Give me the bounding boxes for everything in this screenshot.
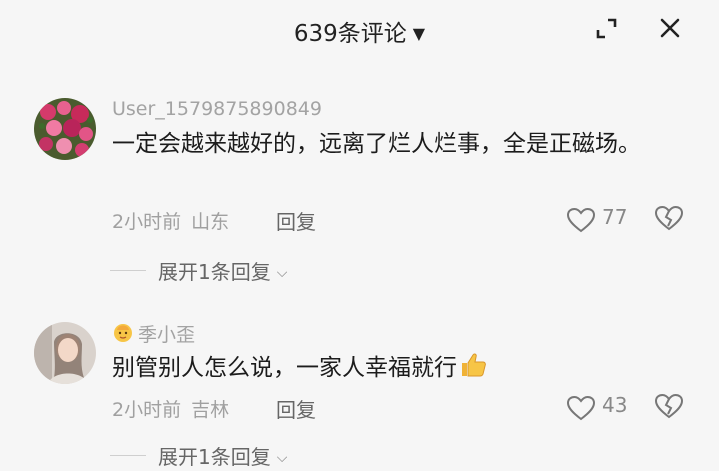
reply-button[interactable]: 回复 bbox=[276, 394, 316, 423]
heart-icon bbox=[566, 395, 596, 421]
baby-emoji-icon bbox=[114, 324, 132, 342]
comment-text: 一定会越来越好的，远离了烂人烂事，全是正磁场。 bbox=[112, 131, 641, 157]
expand-replies-label-wrap: 展开1条回复 ⌵ bbox=[158, 256, 287, 285]
reply-button[interactable]: 回复 bbox=[276, 206, 316, 235]
comment-meta: 2小时前 山东 bbox=[112, 207, 229, 234]
comment-location: 吉林 bbox=[191, 399, 230, 421]
username[interactable]: 季小歪 bbox=[112, 320, 195, 347]
divider bbox=[110, 455, 146, 456]
comment-time: 2小时前 bbox=[112, 211, 182, 233]
dislike-button[interactable] bbox=[654, 393, 684, 423]
comment-text: 别管别人怎么说，一家人幸福就行 bbox=[112, 348, 682, 388]
divider bbox=[110, 270, 146, 271]
fullscreen-corner-icon[interactable] bbox=[594, 16, 620, 42]
thumbs-up-emoji-icon bbox=[462, 353, 486, 377]
comment-location: 山东 bbox=[191, 211, 230, 233]
close-icon[interactable] bbox=[657, 15, 683, 41]
comment-text-content: 别管别人怎么说，一家人幸福就行 bbox=[112, 355, 457, 381]
like-button[interactable]: 43 bbox=[566, 393, 636, 423]
dropdown-caret-icon: ▼ bbox=[412, 24, 426, 43]
like-count: 77 bbox=[602, 205, 628, 229]
broken-heart-icon bbox=[654, 205, 684, 231]
username-text: 季小歪 bbox=[138, 324, 196, 346]
comment-time: 2小时前 bbox=[112, 399, 182, 421]
heart-icon bbox=[566, 207, 596, 233]
expand-replies-label-wrap: 展开1条回复 ⌵ bbox=[158, 441, 287, 470]
comment-meta: 2小时前 吉林 bbox=[112, 395, 229, 422]
expand-replies-label: 展开1条回复 bbox=[158, 445, 271, 469]
chevron-down-icon: ⌵ bbox=[276, 265, 288, 281]
comments-header: 639条评论 ▼ bbox=[0, 0, 719, 60]
avatar[interactable] bbox=[34, 98, 96, 160]
avatar[interactable] bbox=[34, 322, 96, 384]
chevron-down-icon: ⌵ bbox=[276, 450, 288, 466]
broken-heart-icon bbox=[654, 393, 684, 419]
flower-photo-icon bbox=[34, 98, 96, 160]
dislike-button[interactable] bbox=[654, 205, 684, 235]
username[interactable]: User_1579875890849 bbox=[112, 98, 322, 120]
woman-portrait-icon bbox=[34, 322, 96, 384]
like-button[interactable]: 77 bbox=[566, 205, 636, 235]
expand-replies-label: 展开1条回复 bbox=[158, 260, 271, 284]
comment-count-label: 639条评论 bbox=[293, 21, 407, 47]
like-count: 43 bbox=[602, 393, 628, 417]
